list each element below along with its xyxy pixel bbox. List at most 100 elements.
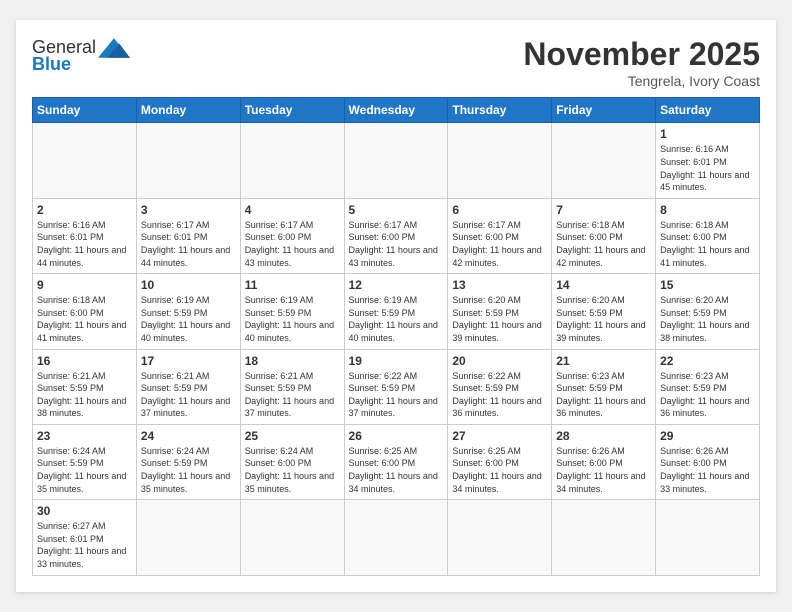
day-number: 24 [141,429,236,443]
day-number: 9 [37,278,132,292]
week-row-5: 23 Sunrise: 6:24 AMSunset: 5:59 PMDayligh… [33,424,760,499]
day-number: 19 [349,354,444,368]
day-cell-18: 18Sunrise: 6:21 AMSunset: 5:59 PMDayligh… [240,349,344,424]
week-row-4: 16 Sunrise: 6:21 AMSunset: 5:59 PMDayligh… [33,349,760,424]
day-info: Sunrise: 6:18 AMSunset: 6:00 PMDaylight:… [660,219,755,269]
day-info: Sunrise: 6:27 AMSunset: 6:01 PMDaylight:… [37,520,132,570]
day-number: 5 [349,203,444,217]
day-cell-6: 6 Sunrise: 6:17 AMSunset: 6:00 PMDaylight… [448,198,552,273]
day-number: 3 [141,203,236,217]
day-cell-23: 23 Sunrise: 6:24 AMSunset: 5:59 PMDayligh… [33,424,137,499]
day-number: 2 [37,203,132,217]
day-cell-9: 9 Sunrise: 6:18 AMSunset: 6:00 PMDaylight… [33,274,137,349]
day-info: Sunrise: 6:24 AMSunset: 5:59 PMDaylight:… [141,445,236,495]
day-cell-28: 28Sunrise: 6:26 AMSunset: 6:00 PMDayligh… [552,424,656,499]
day-info: Sunrise: 6:19 AMSunset: 5:59 PMDaylight:… [245,294,340,344]
week-row-3: 9 Sunrise: 6:18 AMSunset: 6:00 PMDaylight… [33,274,760,349]
day-number: 13 [452,278,547,292]
header-friday: Friday [552,98,656,123]
day-info: Sunrise: 6:17 AMSunset: 6:00 PMDaylight:… [349,219,444,269]
day-info: Sunrise: 6:21 AMSunset: 5:59 PMDaylight:… [141,370,236,420]
day-info: Sunrise: 6:18 AMSunset: 6:00 PMDaylight:… [37,294,132,344]
empty-cell [552,123,656,198]
day-number: 21 [556,354,651,368]
day-number: 28 [556,429,651,443]
day-info: Sunrise: 6:25 AMSunset: 6:00 PMDaylight:… [452,445,547,495]
day-number: 25 [245,429,340,443]
day-cell-3: 3 Sunrise: 6:17 AMSunset: 6:01 PMDaylight… [136,198,240,273]
empty-cell [240,123,344,198]
day-number: 23 [37,429,132,443]
day-cell-2: 2 Sunrise: 6:16 AMSunset: 6:01 PMDaylight… [33,198,137,273]
day-cell-24: 24 Sunrise: 6:24 AMSunset: 5:59 PMDayligh… [136,424,240,499]
header-wednesday: Wednesday [344,98,448,123]
day-info: Sunrise: 6:17 AMSunset: 6:01 PMDaylight:… [141,219,236,269]
day-info: Sunrise: 6:23 AMSunset: 5:59 PMDaylight:… [660,370,755,420]
day-cell-17: 17 Sunrise: 6:21 AMSunset: 5:59 PMDayligh… [136,349,240,424]
empty-cell [448,500,552,575]
day-number: 27 [452,429,547,443]
day-info: Sunrise: 6:17 AMSunset: 6:00 PMDaylight:… [452,219,547,269]
day-number: 20 [452,354,547,368]
location-title: Tengrela, Ivory Coast [523,73,760,89]
day-cell-20: 20 Sunrise: 6:22 AMSunset: 5:59 PMDayligh… [448,349,552,424]
day-number: 12 [349,278,444,292]
day-info: Sunrise: 6:24 AMSunset: 6:00 PMDaylight:… [245,445,340,495]
day-cell-15: 15Sunrise: 6:20 AMSunset: 5:59 PMDayligh… [656,274,760,349]
day-cell-14: 14Sunrise: 6:20 AMSunset: 5:59 PMDayligh… [552,274,656,349]
day-number: 6 [452,203,547,217]
day-info: Sunrise: 6:20 AMSunset: 5:59 PMDaylight:… [452,294,547,344]
day-number: 14 [556,278,651,292]
day-number: 29 [660,429,755,443]
empty-cell [136,500,240,575]
day-number: 4 [245,203,340,217]
header-thursday: Thursday [448,98,552,123]
day-info: Sunrise: 6:25 AMSunset: 6:00 PMDaylight:… [349,445,444,495]
header-sunday: Sunday [33,98,137,123]
calendar-table: Sunday Monday Tuesday Wednesday Thursday… [32,97,760,575]
day-cell-5: 5 Sunrise: 6:17 AMSunset: 6:00 PMDaylight… [344,198,448,273]
week-row-1: 1Sunrise: 6:16 AMSunset: 6:01 PMDaylight… [33,123,760,198]
day-info: Sunrise: 6:21 AMSunset: 5:59 PMDaylight:… [37,370,132,420]
day-number: 22 [660,354,755,368]
header-tuesday: Tuesday [240,98,344,123]
header-saturday: Saturday [656,98,760,123]
day-number: 30 [37,504,132,518]
day-cell-27: 27 Sunrise: 6:25 AMSunset: 6:00 PMDayligh… [448,424,552,499]
day-info: Sunrise: 6:22 AMSunset: 5:59 PMDaylight:… [452,370,547,420]
day-cell-12: 12 Sunrise: 6:19 AMSunset: 5:59 PMDayligh… [344,274,448,349]
day-info: Sunrise: 6:24 AMSunset: 5:59 PMDaylight:… [37,445,132,495]
day-info: Sunrise: 6:18 AMSunset: 6:00 PMDaylight:… [556,219,651,269]
day-cell-13: 13 Sunrise: 6:20 AMSunset: 5:59 PMDayligh… [448,274,552,349]
day-cell-19: 19Sunrise: 6:22 AMSunset: 5:59 PMDayligh… [344,349,448,424]
day-info: Sunrise: 6:19 AMSunset: 5:59 PMDaylight:… [141,294,236,344]
logo: General Blue [32,36,130,75]
calendar-header: General Blue November 2025 Tengrela, Ivo… [32,36,760,89]
empty-cell [33,123,137,198]
day-cell-16: 16 Sunrise: 6:21 AMSunset: 5:59 PMDayligh… [33,349,137,424]
empty-cell [448,123,552,198]
day-info: Sunrise: 6:19 AMSunset: 5:59 PMDaylight:… [349,294,444,344]
day-cell-21: 21 Sunrise: 6:23 AMSunset: 5:59 PMDayligh… [552,349,656,424]
day-info: Sunrise: 6:16 AMSunset: 6:01 PMDaylight:… [660,143,755,193]
day-number: 17 [141,354,236,368]
day-number: 10 [141,278,236,292]
title-block: November 2025 Tengrela, Ivory Coast [523,36,760,89]
day-cell-22: 22 Sunrise: 6:23 AMSunset: 5:59 PMDayligh… [656,349,760,424]
calendar-container: General Blue November 2025 Tengrela, Ivo… [16,20,776,591]
empty-cell [344,123,448,198]
day-info: Sunrise: 6:17 AMSunset: 6:00 PMDaylight:… [245,219,340,269]
day-cell-7: 7 Sunrise: 6:18 AMSunset: 6:00 PMDaylight… [552,198,656,273]
header-monday: Monday [136,98,240,123]
day-number: 8 [660,203,755,217]
day-cell-4: 4 Sunrise: 6:17 AMSunset: 6:00 PMDaylight… [240,198,344,273]
day-info: Sunrise: 6:23 AMSunset: 5:59 PMDaylight:… [556,370,651,420]
day-number: 16 [37,354,132,368]
day-info: Sunrise: 6:20 AMSunset: 5:59 PMDaylight:… [660,294,755,344]
empty-cell [552,500,656,575]
day-info: Sunrise: 6:21 AMSunset: 5:59 PMDaylight:… [245,370,340,420]
day-info: Sunrise: 6:16 AMSunset: 6:01 PMDaylight:… [37,219,132,269]
week-row-2: 2 Sunrise: 6:16 AMSunset: 6:01 PMDaylight… [33,198,760,273]
day-info: Sunrise: 6:26 AMSunset: 6:00 PMDaylight:… [660,445,755,495]
day-number: 7 [556,203,651,217]
